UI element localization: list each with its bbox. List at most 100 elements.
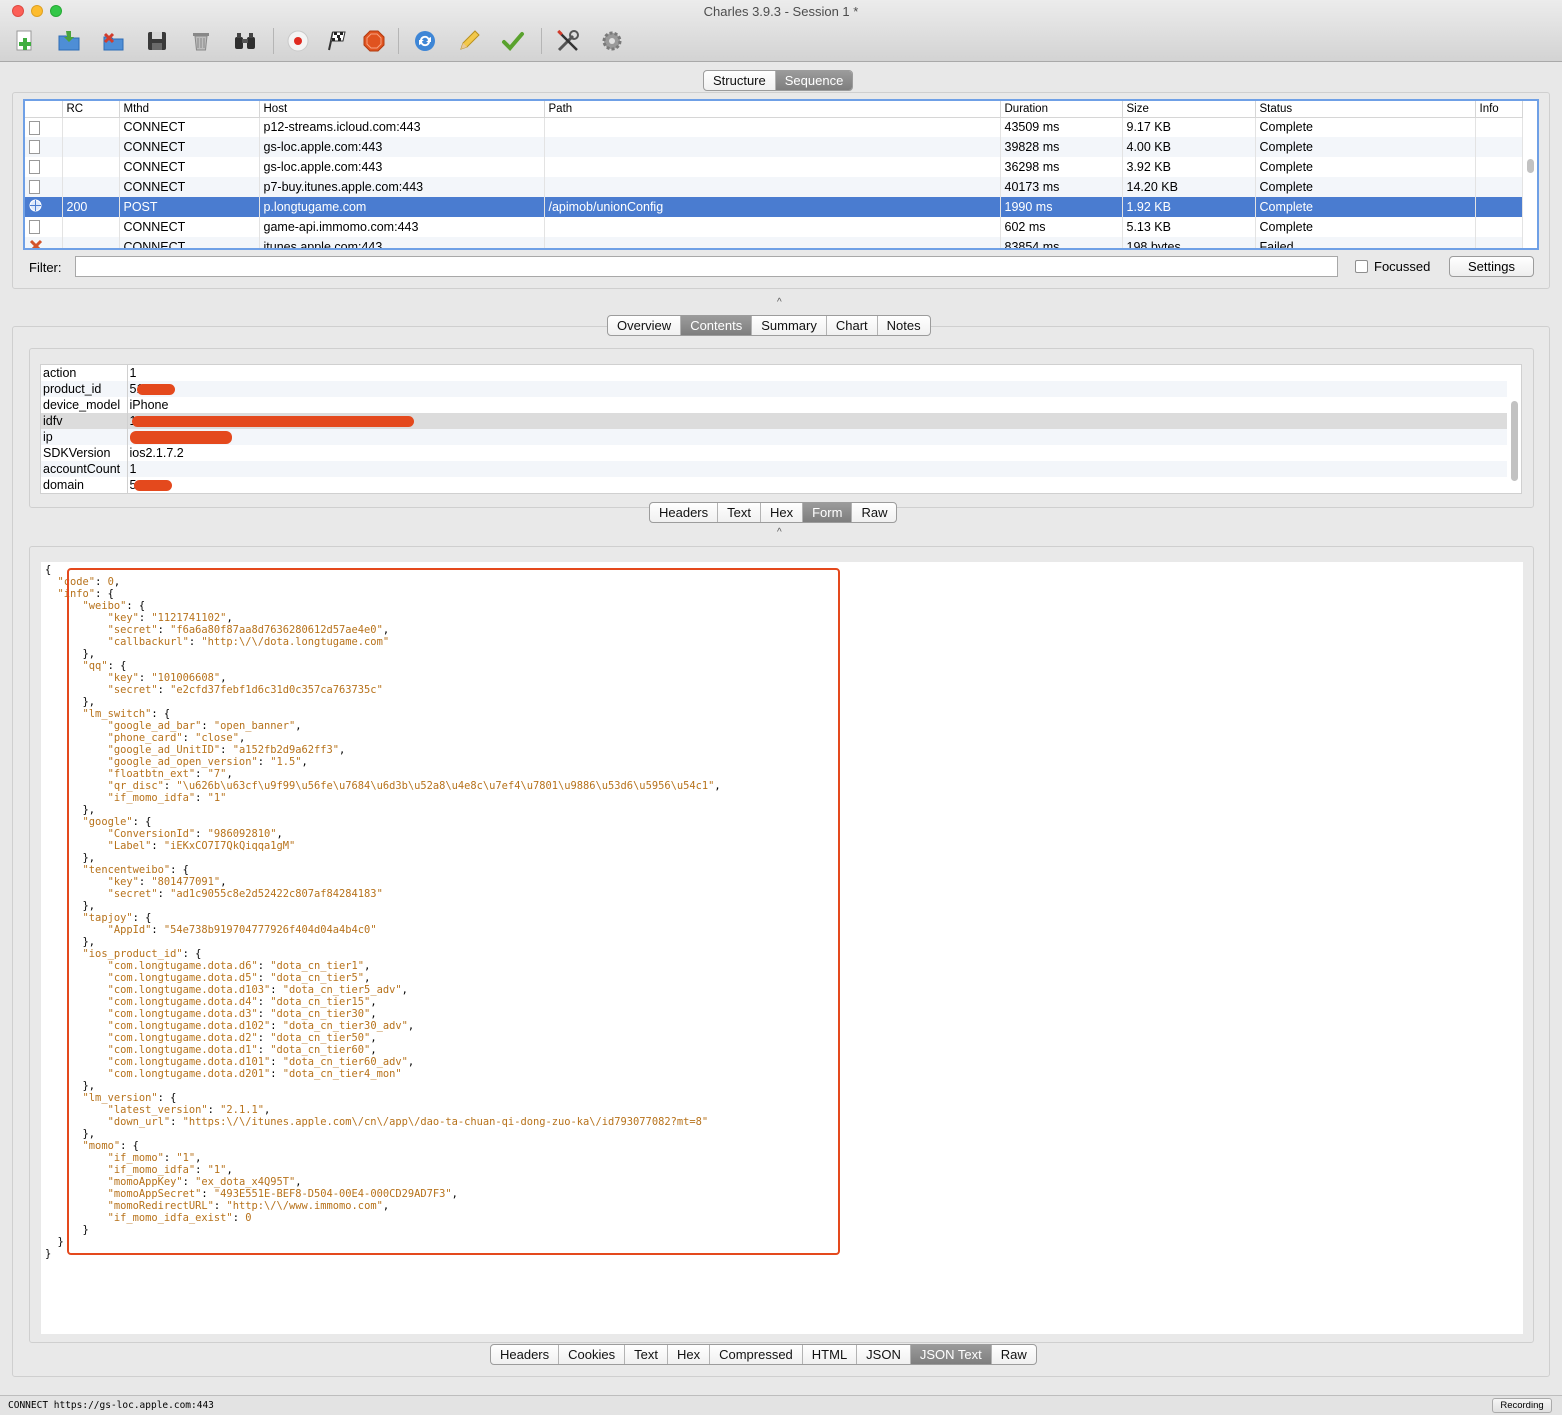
filter-label: Filter: — [29, 260, 62, 275]
table-row[interactable]: CONNECT p12-streams.icloud.com:443 43509… — [25, 117, 1523, 137]
window-title: Charles 3.9.3 - Session 1 * — [703, 4, 859, 19]
validate-icon[interactable] — [498, 26, 528, 56]
tab-response-json[interactable]: JSON — [857, 1345, 911, 1364]
tab-response-headers[interactable]: Headers — [491, 1345, 560, 1364]
row-rc — [62, 157, 120, 177]
tab-response-cookies[interactable]: Cookies — [559, 1345, 626, 1364]
row-method: POST — [119, 197, 260, 217]
document-icon — [29, 160, 40, 175]
tab-notes[interactable]: Notes — [878, 316, 930, 335]
json-text-view[interactable]: { "code": 0, "info": { "weibo": { "key":… — [41, 562, 1523, 1334]
column-header-path[interactable]: Path — [544, 101, 1001, 118]
row-status: Complete — [1255, 137, 1476, 157]
column-header-info[interactable]: Info — [1475, 101, 1523, 118]
form-row[interactable]: ip — [41, 429, 1507, 445]
column-header-size[interactable]: Size — [1122, 101, 1256, 118]
tab-sequence[interactable]: Sequence — [775, 71, 853, 90]
failed-x-icon — [29, 239, 43, 248]
table-row[interactable]: CONNECT game-api.immomo.com:443 602 ms 5… — [25, 217, 1523, 237]
repeat-icon[interactable] — [410, 26, 440, 56]
clear-icon[interactable] — [186, 26, 216, 56]
tab-request-raw[interactable]: Raw — [852, 503, 896, 522]
row-rc — [62, 137, 120, 157]
column-header-icon[interactable] — [25, 101, 63, 118]
tab-response-raw[interactable]: Raw — [992, 1345, 1036, 1364]
row-rc — [62, 217, 120, 237]
row-duration: 83854 ms — [1000, 237, 1123, 248]
save-icon[interactable] — [142, 26, 172, 56]
tab-summary[interactable]: Summary — [752, 316, 827, 335]
document-icon — [29, 220, 40, 235]
row-size: 1.92 KB — [1122, 197, 1256, 217]
filter-input[interactable] — [75, 256, 1338, 277]
table-row[interactable]: CONNECT itunes.apple.com:443 83854 ms 19… — [25, 237, 1523, 248]
focussed-checkbox[interactable] — [1355, 260, 1368, 273]
form-scrollbar[interactable] — [1511, 401, 1518, 481]
form-row[interactable]: device_model iPhone — [41, 397, 1507, 413]
settings-gear-icon[interactable] — [597, 26, 627, 56]
recording-indicator[interactable]: Recording — [1492, 1398, 1552, 1413]
sequence-scrollbar[interactable] — [1527, 159, 1534, 173]
tab-contents[interactable]: Contents — [681, 316, 753, 335]
tab-request-text[interactable]: Text — [718, 503, 761, 522]
form-row[interactable]: SDKVersion ios2.1.7.2 — [41, 445, 1507, 461]
column-header-rc[interactable]: RC — [62, 101, 120, 118]
table-row-selected[interactable]: 200 POST p.longtugame.com /apimob/unionC… — [25, 197, 1523, 217]
table-row[interactable]: CONNECT p7-buy.itunes.apple.com:443 4017… — [25, 177, 1523, 197]
tab-request-form[interactable]: Form — [803, 503, 853, 522]
row-status: Failed — [1255, 237, 1476, 248]
tab-request-hex[interactable]: Hex — [761, 503, 804, 522]
close-session-icon[interactable] — [98, 26, 128, 56]
row-size: 9.17 KB — [1122, 117, 1256, 137]
form-key: device_model — [41, 397, 128, 413]
new-session-icon[interactable] — [10, 26, 40, 56]
tab-overview[interactable]: Overview — [608, 316, 682, 335]
splitter-caret-icon[interactable]: ^ — [777, 527, 782, 538]
table-row[interactable]: CONNECT gs-loc.apple.com:443 39828 ms 4.… — [25, 137, 1523, 157]
row-duration: 1990 ms — [1000, 197, 1123, 217]
row-host: p.longtugame.com — [259, 197, 545, 217]
row-info — [1475, 237, 1523, 248]
row-rc: 200 — [62, 197, 120, 217]
document-icon — [29, 140, 40, 155]
row-size: 14.20 KB — [1122, 177, 1256, 197]
settings-button[interactable]: Settings — [1449, 256, 1534, 277]
column-header-host[interactable]: Host — [259, 101, 545, 118]
row-size: 3.92 KB — [1122, 157, 1256, 177]
row-path — [544, 137, 1001, 157]
tab-response-text[interactable]: Text — [625, 1345, 668, 1364]
form-row[interactable]: product_id51 — [41, 381, 1507, 397]
tab-response-json-text[interactable]: JSON Text — [910, 1345, 992, 1364]
tab-request-headers[interactable]: Headers — [650, 503, 719, 522]
row-info — [1475, 117, 1523, 137]
row-method: CONNECT — [119, 237, 260, 248]
tab-response-html[interactable]: HTML — [803, 1345, 858, 1364]
row-method: CONNECT — [119, 217, 260, 237]
column-header-method[interactable]: Mthd — [119, 101, 260, 118]
tab-response-hex[interactable]: Hex — [668, 1345, 711, 1364]
table-row[interactable]: CONNECT gs-loc.apple.com:443 36298 ms 3.… — [25, 157, 1523, 177]
tab-chart[interactable]: Chart — [827, 316, 878, 335]
form-row[interactable]: domain 5 — [41, 477, 1507, 493]
form-row[interactable]: action 1 — [41, 365, 1507, 381]
edit-icon[interactable] — [454, 26, 484, 56]
breakpoints-icon[interactable] — [359, 26, 389, 56]
column-header-status[interactable]: Status — [1255, 101, 1476, 118]
splitter-caret-icon[interactable]: ^ — [777, 297, 782, 308]
row-rc — [62, 117, 120, 137]
row-host: gs-loc.apple.com:443 — [259, 137, 545, 157]
tab-structure[interactable]: Structure — [704, 71, 776, 90]
row-path: /apimob/unionConfig — [544, 197, 1001, 217]
form-row[interactable]: idfv1 — [41, 413, 1507, 429]
open-session-icon[interactable] — [54, 26, 84, 56]
tab-response-compressed[interactable]: Compressed — [710, 1345, 803, 1364]
record-icon[interactable] — [283, 26, 313, 56]
form-row[interactable]: accountCount 1 — [41, 461, 1507, 477]
find-icon[interactable] — [230, 26, 260, 56]
sequence-table: RC Mthd Host Path Duration Size Status I… — [23, 99, 1539, 250]
view-switcher: Structure Sequence — [703, 70, 854, 91]
tools-icon[interactable] — [553, 26, 583, 56]
throttle-icon[interactable] — [321, 26, 351, 56]
column-header-duration[interactable]: Duration — [1000, 101, 1123, 118]
status-bar: CONNECT https://gs-loc.apple.com:443 Rec… — [0, 1395, 1562, 1415]
